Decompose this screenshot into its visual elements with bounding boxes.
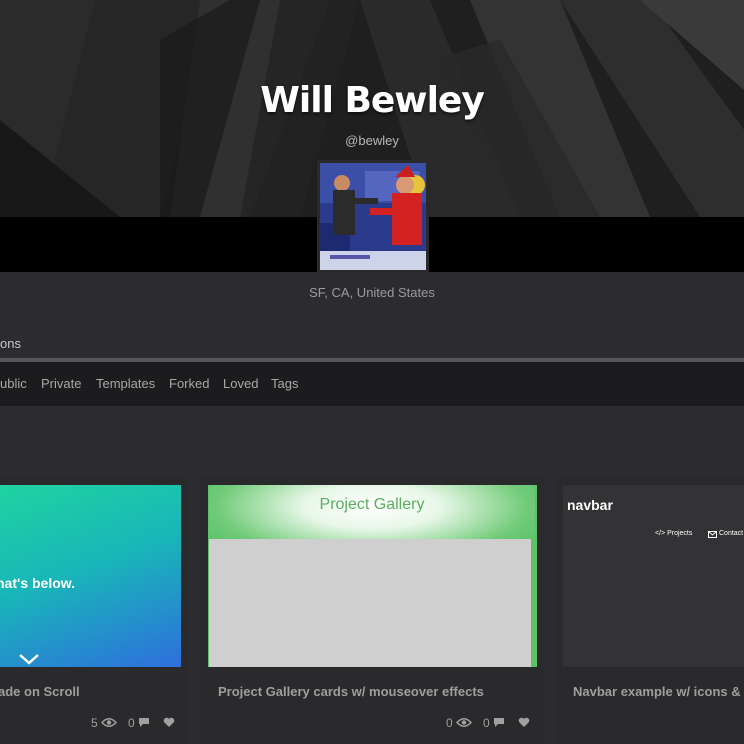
comment-icon[interactable] — [138, 717, 150, 728]
comments-count: 0 — [128, 716, 135, 730]
filter-public[interactable]: ublic — [0, 376, 27, 391]
pen-preview[interactable]: navbar </> Projects Contact — [563, 485, 744, 667]
pen-preview[interactable]: hat's below. — [0, 485, 181, 667]
pen-title[interactable]: ade on Scroll — [0, 684, 80, 699]
pens-filter-nav: ublic Private Templates Forked Loved Tag… — [0, 362, 744, 406]
comments-count: 0 — [483, 716, 490, 730]
views-count: 5 — [91, 716, 98, 730]
filter-templates[interactable]: Templates — [96, 376, 155, 391]
mail-icon — [708, 531, 717, 538]
chevron-down-icon — [19, 654, 39, 665]
heart-icon[interactable] — [163, 717, 175, 728]
pen-stats: 0 0 — [200, 716, 545, 730]
pen-preview[interactable]: Project Gallery — [208, 485, 537, 667]
filter-private[interactable]: Private — [41, 376, 81, 391]
pen-card[interactable]: hat's below. ade on Scroll 5 0 — [0, 477, 189, 744]
pen-card[interactable]: Project Gallery Project Gallery cards w/… — [200, 477, 545, 744]
filter-loved[interactable]: Loved — [223, 376, 258, 391]
preview-text: hat's below. — [0, 575, 76, 591]
preview-heading: Project Gallery — [319, 496, 425, 513]
tab-collections[interactable]: ons — [0, 336, 21, 351]
preview-body — [209, 539, 531, 667]
preview-link-contact: Contact — [719, 530, 744, 537]
preview-header: Project Gallery — [209, 485, 535, 539]
eye-icon[interactable] — [101, 717, 117, 728]
profile-location: SF, CA, United States — [309, 285, 435, 300]
filter-forked[interactable]: Forked — [169, 376, 209, 391]
profile-page: { "profile": { "name": "Will Bewley", "h… — [0, 0, 744, 744]
pen-title[interactable]: Navbar example w/ icons & a — [573, 684, 744, 699]
pen-title[interactable]: Project Gallery cards w/ mouseover effec… — [218, 684, 484, 699]
filter-tags[interactable]: Tags — [271, 376, 298, 391]
pen-stats: 5 0 — [0, 716, 189, 730]
views-count: 0 — [446, 716, 453, 730]
profile-photo-icon — [320, 163, 426, 270]
eye-icon[interactable] — [456, 717, 472, 728]
comment-icon[interactable] — [493, 717, 505, 728]
preview-link-projects: </> Projects — [655, 530, 693, 537]
profile-name: Will Bewley — [260, 80, 485, 121]
avatar[interactable] — [317, 160, 429, 273]
preview-brand: navbar — [567, 497, 613, 513]
profile-handle[interactable]: @bewley — [0, 133, 744, 148]
heart-icon[interactable] — [518, 717, 530, 728]
pen-card[interactable]: navbar </> Projects Contact Navbar examp… — [555, 477, 744, 744]
